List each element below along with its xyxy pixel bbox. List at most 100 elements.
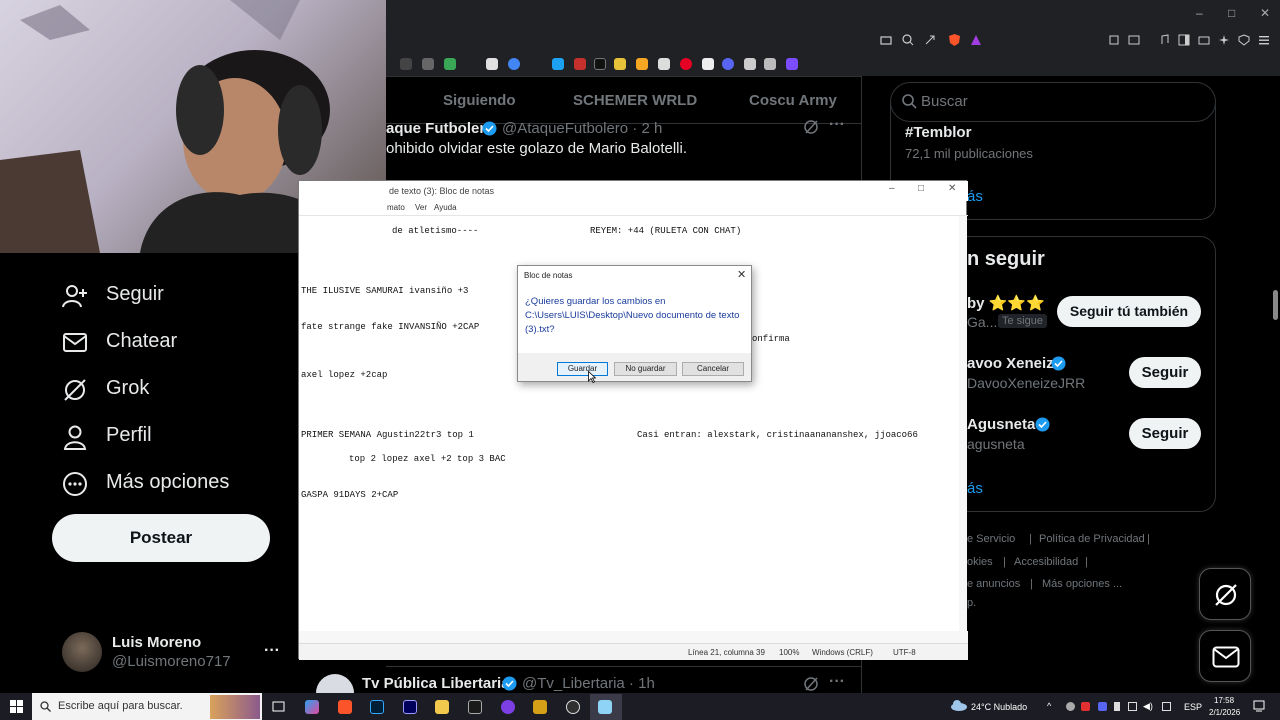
- clock-date[interactable]: 2/1/2026: [1209, 708, 1240, 717]
- footer-link[interactable]: e anuncios: [967, 578, 1020, 590]
- copilot-icon[interactable]: [305, 700, 319, 714]
- follow-user-handle[interactable]: agusneta: [967, 436, 1025, 452]
- bookmark-icon[interactable]: [744, 58, 756, 70]
- minimize-button[interactable]: –: [1196, 6, 1203, 20]
- leo-ai-icon[interactable]: [1218, 34, 1230, 46]
- brave-browser-icon[interactable]: [338, 700, 352, 714]
- bookmark-icon[interactable]: [422, 58, 434, 70]
- grok-icon[interactable]: [803, 676, 819, 692]
- account-menu-icon[interactable]: ···: [264, 642, 280, 660]
- nav-item-seguir[interactable]: Seguir: [62, 282, 262, 312]
- messages-float-button[interactable]: [1199, 630, 1251, 682]
- bookmark-icon[interactable]: [400, 58, 412, 70]
- nav-item-perfil[interactable]: Perfil: [62, 423, 262, 453]
- tray-icon[interactable]: [1066, 702, 1075, 711]
- bookmark-icon[interactable]: [786, 58, 798, 70]
- language-indicator[interactable]: ESP: [1184, 702, 1202, 712]
- notepad-icon[interactable]: [598, 700, 612, 714]
- notepad-titlebar[interactable]: de texto (3): Bloc de notas – □ ✕: [299, 181, 968, 201]
- volume-icon[interactable]: ◀): [1143, 701, 1153, 712]
- post-button[interactable]: Postear: [52, 514, 270, 562]
- music-icon[interactable]: [1158, 34, 1170, 46]
- follow-back-button[interactable]: Seguir tú también: [1057, 296, 1201, 327]
- tray-icon[interactable]: [1162, 702, 1171, 711]
- brave-rewards-icon[interactable]: [970, 34, 982, 46]
- tiktok-icon[interactable]: [594, 58, 606, 70]
- who-to-follow-show-more-link[interactable]: ás: [967, 480, 983, 497]
- follow-user-handle[interactable]: DavooXeneizeJRR: [967, 375, 1085, 391]
- tweet-author-name[interactable]: Tv Pública Libertaria: [362, 675, 510, 692]
- reader-icon[interactable]: [880, 34, 892, 46]
- wallet-card-icon[interactable]: [1198, 34, 1210, 46]
- avatar[interactable]: [62, 632, 102, 672]
- footer-link[interactable]: e Servicio: [967, 533, 1015, 545]
- bookmark-icon[interactable]: [574, 58, 586, 70]
- menu-ver[interactable]: Ver: [415, 203, 427, 212]
- bookmark-icon[interactable]: [552, 58, 564, 70]
- save-button[interactable]: Guardar: [557, 362, 608, 376]
- windows-start-icon[interactable]: [10, 700, 23, 713]
- footer-link[interactable]: Accesibilidad: [1014, 556, 1078, 568]
- footer-link[interactable]: Más opciones ...: [1042, 578, 1122, 590]
- browser-menu-icon[interactable]: [1258, 34, 1270, 46]
- close-window-button[interactable]: ✕: [1260, 6, 1270, 20]
- tray-icon[interactable]: [1081, 702, 1090, 711]
- pinterest-icon[interactable]: [680, 58, 692, 70]
- brave-shield-icon[interactable]: [948, 33, 961, 47]
- menu-formato[interactable]: mato: [387, 203, 405, 212]
- dialog-close-button[interactable]: ✕: [737, 268, 746, 281]
- tweet-author-name[interactable]: aque Futbolero: [386, 120, 494, 137]
- tray-chevron-icon[interactable]: ^: [1047, 701, 1051, 711]
- grok-float-button[interactable]: [1199, 568, 1251, 620]
- nav-item-chatear[interactable]: Chatear: [62, 329, 262, 359]
- bookmark-icon[interactable]: [636, 58, 648, 70]
- wallet-icon[interactable]: [1128, 34, 1140, 46]
- bookmark-icon[interactable]: [722, 58, 734, 70]
- google-icon[interactable]: [508, 58, 520, 70]
- maximize-button[interactable]: □: [918, 183, 924, 194]
- zoom-icon[interactable]: [902, 34, 914, 46]
- bookmark-icon[interactable]: [614, 58, 626, 70]
- tab-siguiendo[interactable]: Siguiendo: [443, 92, 516, 109]
- grok-icon[interactable]: [803, 119, 819, 135]
- weather-text[interactable]: 24°C Nublado: [971, 702, 1027, 712]
- close-button[interactable]: ✕: [948, 183, 956, 194]
- footer-link[interactable]: Política de Privacidad: [1039, 533, 1145, 545]
- minimize-button[interactable]: –: [889, 183, 895, 194]
- cancel-button[interactable]: Cancelar: [682, 362, 744, 376]
- file-explorer-icon[interactable]: [435, 700, 449, 714]
- extensions-icon[interactable]: [1108, 34, 1120, 46]
- tab-coscu-army[interactable]: Coscu Army: [749, 92, 837, 109]
- account-name[interactable]: Luis Moreno: [112, 634, 201, 651]
- menu-ayuda[interactable]: Ayuda: [434, 203, 457, 212]
- tweet-handle[interactable]: @Tv_Libertaria · 1h: [522, 675, 655, 692]
- follow-button[interactable]: Seguir: [1129, 357, 1201, 388]
- microphone-icon[interactable]: [1114, 702, 1120, 711]
- notifications-icon[interactable]: [1253, 700, 1265, 712]
- tray-icon[interactable]: [1098, 702, 1107, 711]
- bookmark-icon[interactable]: [764, 58, 776, 70]
- trend-name[interactable]: #Temblor: [905, 124, 971, 141]
- photoshop-icon[interactable]: [370, 700, 384, 714]
- tweet-more-icon[interactable]: ···: [829, 116, 845, 134]
- footer-link[interactable]: okies: [967, 556, 993, 568]
- page-scrollbar-thumb[interactable]: [1273, 290, 1278, 320]
- sidebar-icon[interactable]: [1178, 34, 1190, 46]
- follow-user-name[interactable]: avoo Xeneize: [967, 355, 1062, 372]
- follow-user-name[interactable]: by ⭐⭐⭐: [967, 294, 1045, 312]
- trends-show-more-link[interactable]: ás: [967, 188, 983, 205]
- task-view-icon[interactable]: [272, 700, 285, 713]
- horizontal-scrollbar[interactable]: [299, 631, 968, 643]
- follow-user-handle[interactable]: Ga...: [967, 314, 997, 330]
- bookmark-icon[interactable]: [702, 58, 714, 70]
- store-icon[interactable]: [468, 700, 482, 714]
- tweet-more-icon[interactable]: ···: [829, 673, 845, 691]
- share-icon[interactable]: [924, 34, 936, 46]
- app-icon[interactable]: [533, 700, 547, 714]
- clock-time[interactable]: 17:58: [1214, 696, 1234, 705]
- maximize-button[interactable]: □: [1228, 6, 1235, 20]
- network-icon[interactable]: [1128, 702, 1137, 711]
- tab-schemer-wrld[interactable]: SCHEMER WRLD: [573, 92, 697, 109]
- follow-user-name[interactable]: Agusneta: [967, 416, 1035, 433]
- nav-item-grok[interactable]: Grok: [62, 376, 262, 406]
